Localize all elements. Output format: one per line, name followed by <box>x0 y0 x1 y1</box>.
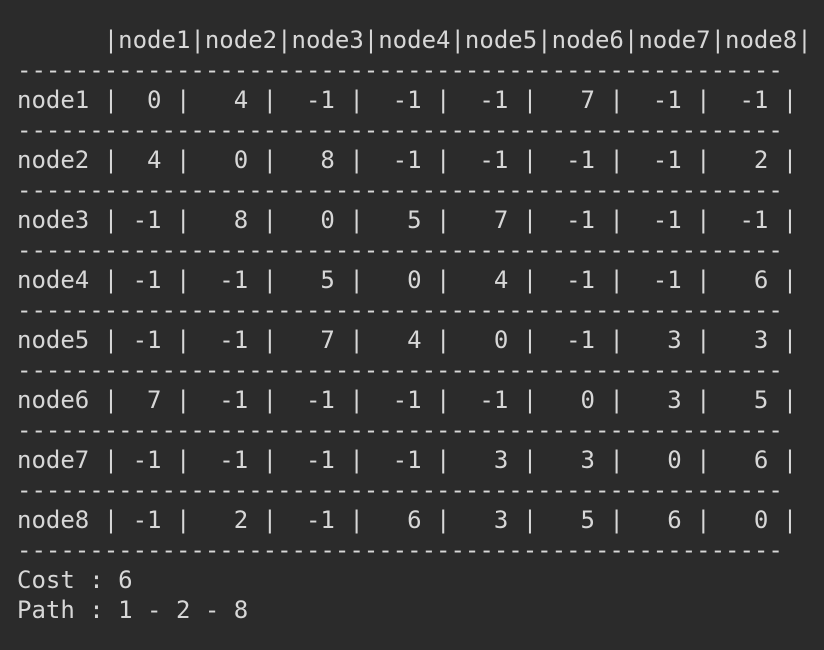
separator-line: ----------------------------------------… <box>17 116 783 144</box>
matrix-row-node6: node6 | 7 | -1 | -1 | -1 | -1 | 0 | 3 | … <box>17 386 798 414</box>
matrix-row-node8: node8 | -1 | 2 | -1 | 6 | 3 | 5 | 6 | 0 … <box>17 506 798 534</box>
separator-line: ----------------------------------------… <box>17 56 783 84</box>
separator-line: ----------------------------------------… <box>17 176 783 204</box>
matrix-header-line: |node1|node2|node3|node4|node5|node6|nod… <box>17 26 812 54</box>
terminal-output: |node1|node2|node3|node4|node5|node6|nod… <box>0 0 824 650</box>
separator-line: ----------------------------------------… <box>17 296 783 324</box>
matrix-row-node5: node5 | -1 | -1 | 7 | 4 | 0 | -1 | 3 | 3… <box>17 326 798 354</box>
separator-line: ----------------------------------------… <box>17 236 783 264</box>
matrix-row-node3: node3 | -1 | 8 | 0 | 5 | 7 | -1 | -1 | -… <box>17 206 798 234</box>
separator-line: ----------------------------------------… <box>17 476 783 504</box>
path-output-line: Path : 1 - 2 - 8 <box>17 596 249 624</box>
cost-output-line: Cost : 6 <box>17 566 133 594</box>
separator-line: ----------------------------------------… <box>17 416 783 444</box>
matrix-row-node2: node2 | 4 | 0 | 8 | -1 | -1 | -1 | -1 | … <box>17 146 798 174</box>
matrix-row-node1: node1 | 0 | 4 | -1 | -1 | -1 | 7 | -1 | … <box>17 86 798 114</box>
matrix-row-node4: node4 | -1 | -1 | 5 | 0 | 4 | -1 | -1 | … <box>17 266 798 294</box>
separator-line: ----------------------------------------… <box>17 536 783 564</box>
separator-line: ----------------------------------------… <box>17 356 783 384</box>
matrix-row-node7: node7 | -1 | -1 | -1 | -1 | 3 | 3 | 0 | … <box>17 446 798 474</box>
